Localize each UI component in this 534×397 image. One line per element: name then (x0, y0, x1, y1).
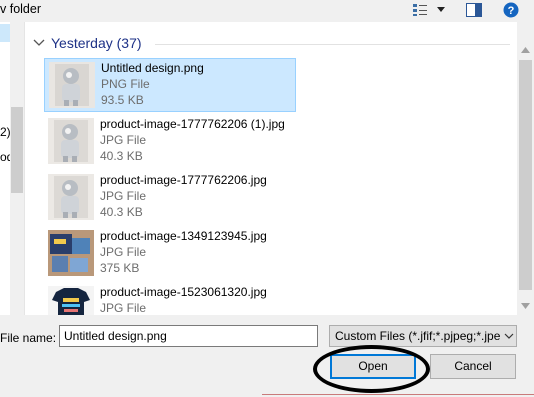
file-list[interactable]: Yesterday (37) Untitled design.png PNG F… (25, 22, 517, 315)
toolbar: v folder ? (0, 0, 534, 22)
file-item[interactable]: product-image-1349123945.jpg JPG File 37… (44, 227, 294, 279)
file-type-select[interactable]: Custom Files (*.jfif;*.pjpeg;*.jpe (329, 325, 517, 347)
image-thumbnail (48, 230, 94, 276)
chevron-down-icon[interactable] (434, 1, 448, 18)
chevron-down-icon (33, 39, 45, 46)
preview-pane-icon[interactable] (464, 1, 484, 18)
divider-line (262, 394, 534, 395)
file-item[interactable]: product-image-1777762206.jpg JPG File 40… (44, 171, 294, 223)
chevron-down-icon[interactable] (503, 329, 515, 343)
nav-selected-item[interactable] (0, 24, 10, 42)
cancel-button[interactable]: Cancel (430, 354, 516, 379)
file-size: 40.3 KB (100, 205, 143, 219)
file-list-scrollbar-thumb[interactable] (519, 60, 532, 290)
new-folder-button[interactable]: v folder (0, 2, 41, 16)
file-name-input[interactable]: Untitled design.png (59, 325, 318, 347)
image-thumbnail (48, 174, 94, 220)
file-type: JPG File (100, 245, 147, 259)
nav-scrollbar-thumb[interactable] (11, 107, 23, 193)
view-options-icon[interactable] (410, 1, 430, 18)
file-item[interactable]: product-image-1523061320.jpg JPG File (44, 283, 294, 315)
svg-text:?: ? (508, 5, 515, 17)
file-type: PNG File (101, 77, 150, 91)
file-size: 40.3 KB (100, 149, 143, 163)
open-button[interactable]: Open (330, 354, 416, 379)
file-name: product-image-1349123945.jpg (100, 229, 267, 243)
file-name: product-image-1777762206.jpg (100, 173, 267, 187)
file-name-label: File name: (0, 331, 57, 345)
file-item[interactable]: product-image-1777762206 (1).jpg JPG Fil… (44, 115, 294, 167)
group-label: Yesterday (37) (51, 35, 142, 51)
group-header[interactable]: Yesterday (37) (33, 35, 142, 51)
file-name: product-image-1777762206 (1).jpg (100, 117, 285, 131)
group-divider (155, 44, 510, 45)
help-icon[interactable]: ? (501, 1, 521, 18)
image-thumbnail (48, 286, 94, 315)
file-type: JPG File (100, 133, 147, 147)
file-type: JPG File (100, 189, 147, 203)
file-item[interactable]: Untitled design.png PNG File 93.5 KB (44, 58, 296, 112)
file-name: product-image-1523061320.jpg (100, 285, 267, 299)
file-name: Untitled design.png (101, 61, 204, 75)
file-size: 375 KB (100, 261, 140, 275)
file-type: JPG File (100, 301, 147, 315)
scroll-up-arrow-icon[interactable] (521, 47, 530, 53)
image-thumbnail (49, 62, 95, 108)
image-thumbnail (48, 118, 94, 164)
file-size: 93.5 KB (101, 93, 144, 107)
scroll-down-arrow-icon[interactable] (521, 303, 530, 309)
